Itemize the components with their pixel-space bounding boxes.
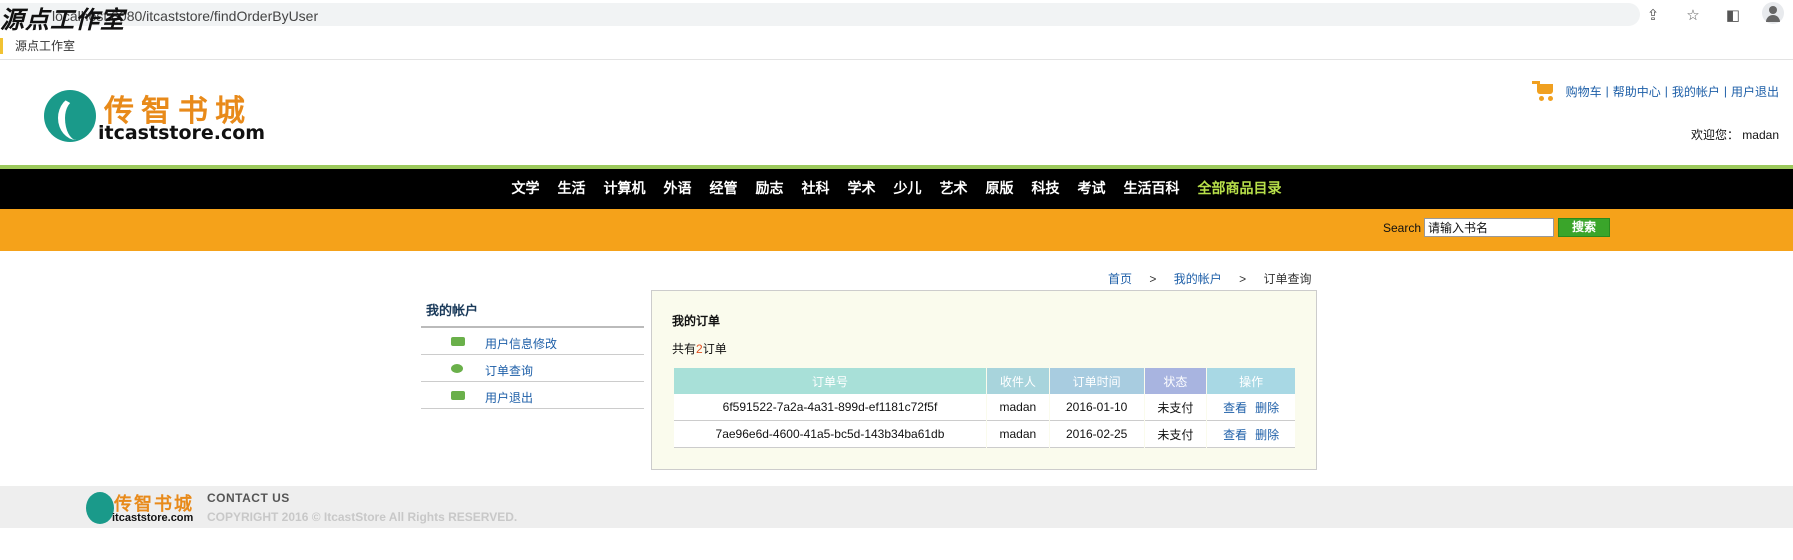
account-sidebar: 我的帐户 用户信息修改 订单查询 用户退出 <box>421 300 644 409</box>
separator: | <box>1723 84 1727 98</box>
col-receiver: 收件人 <box>986 368 1049 394</box>
nav-item[interactable]: 生活 <box>549 169 595 209</box>
watermark: 源点工作室 <box>0 5 125 34</box>
orders-table: 订单号 收件人 订单时间 状态 操作 6f591522-7a2a-4a31-89… <box>673 368 1296 448</box>
bookmark-star-icon[interactable]: ☆ <box>1673 6 1713 24</box>
table-header-row: 订单号 收件人 订单时间 状态 操作 <box>674 368 1295 394</box>
nav-item[interactable]: 励志 <box>747 169 793 209</box>
delete-order-link[interactable]: 删除 <box>1255 428 1279 442</box>
order-id: 6f591522-7a2a-4a31-899d-ef1181c72f5f <box>674 394 986 421</box>
col-order-time: 订单时间 <box>1049 368 1144 394</box>
sidebar-item-logout[interactable]: 用户退出 <box>421 382 644 409</box>
nav-item[interactable]: 生活百科 <box>1115 169 1189 209</box>
table-row: 6f591522-7a2a-4a31-899d-ef1181c72f5f mad… <box>674 394 1295 421</box>
account-link[interactable]: 我的帐户 <box>1672 83 1720 100</box>
edit-icon <box>451 337 465 346</box>
search-area: Search 搜索 <box>1383 218 1611 237</box>
contact-us[interactable]: CONTACT US <box>207 491 290 505</box>
delete-order-link[interactable]: 删除 <box>1255 401 1279 415</box>
side-panel-icon[interactable]: ◧ <box>1713 6 1753 24</box>
breadcrumb-account[interactable]: 我的帐户 <box>1174 272 1222 286</box>
help-link[interactable]: 帮助中心 <box>1613 83 1661 100</box>
share-icon[interactable]: ⇪ <box>1633 6 1673 24</box>
separator: | <box>1605 84 1609 98</box>
order-time: 2016-01-10 <box>1049 394 1144 421</box>
profile-icon <box>1762 1 1784 24</box>
footer-logo-en: itcaststore.com <box>112 512 194 524</box>
search-bar: Search 搜索 <box>0 209 1793 251</box>
cart-icon[interactable] <box>1531 80 1558 102</box>
breadcrumb: 首页 > 我的帐户 > 订单查询 <box>1108 270 1311 287</box>
count-prefix: 共有 <box>672 342 697 356</box>
breadcrumb-home[interactable]: 首页 <box>1108 272 1132 286</box>
order-id: 7ae96e6d-4600-41a5-bc5d-143b34ba61db <box>674 421 986 448</box>
orders-panel: 我的订单 共有2订单 订单号 收件人 订单时间 状态 操作 6f591522-7… <box>651 290 1317 470</box>
sidebar-item-label[interactable]: 用户退出 <box>485 389 533 406</box>
bookmarks-bar: 源点工作室 <box>0 32 1793 60</box>
order-actions: 查看 删除 <box>1207 394 1295 421</box>
browser-toolbar-icons: ⇪ ☆ ◧ <box>1633 1 1793 28</box>
nav-item[interactable]: 学术 <box>839 169 885 209</box>
category-nav: 文学 生活 计算机 外语 经管 励志 社科 学术 少儿 艺术 原版 科技 考试 生活百科 全部商品目录 <box>0 169 1793 209</box>
sidebar-item-orders[interactable]: 订单查询 <box>421 355 644 382</box>
col-status: 状态 <box>1144 368 1207 394</box>
chat-icon <box>451 364 463 373</box>
site-footer: 传智书城 itcaststore.com CONTACT US COPYRIGH… <box>0 486 1793 528</box>
separator: | <box>1664 84 1668 98</box>
top-links: 购物车 | 帮助中心 | 我的帐户 | 用户退出 <box>1531 80 1779 102</box>
nav-item[interactable]: 计算机 <box>595 169 655 209</box>
browser-address-bar: localhost:8080/itcaststore/findOrderByUs… <box>0 0 1793 34</box>
nav-item[interactable]: 文学 <box>503 169 549 209</box>
footer-logo-emblem-icon <box>86 492 114 524</box>
footer-logo[interactable]: 传智书城 itcaststore.com <box>84 488 194 528</box>
nav-items: 文学 生活 计算机 外语 经管 励志 社科 学术 少儿 艺术 原版 科技 考试 生活百科 全部商品目录 <box>503 169 1291 209</box>
welcome-text: 欢迎您： madan <box>1690 128 1779 142</box>
col-actions: 操作 <box>1207 368 1295 394</box>
nav-item[interactable]: 艺术 <box>931 169 977 209</box>
profile-avatar[interactable] <box>1753 1 1793 28</box>
col-order-id: 订单号 <box>674 368 986 394</box>
breadcrumb-current: 订单查询 <box>1263 272 1312 286</box>
nav-item[interactable]: 原版 <box>977 169 1023 209</box>
sidebar-item-edit-info[interactable]: 用户信息修改 <box>421 328 644 355</box>
sidebar-item-label[interactable]: 用户信息修改 <box>485 335 557 352</box>
logo-emblem-icon <box>44 90 96 142</box>
nav-item[interactable]: 少儿 <box>885 169 931 209</box>
order-receiver: madan <box>986 421 1049 448</box>
nav-all-categories[interactable]: 全部商品目录 <box>1189 169 1291 209</box>
breadcrumb-separator: > <box>1239 272 1247 286</box>
orders-count: 共有2订单 <box>672 340 727 357</box>
site-logo[interactable]: 传智书城 itcaststore.com <box>44 76 265 146</box>
sidebar-title: 我的帐户 <box>421 300 644 328</box>
order-actions: 查看 删除 <box>1207 421 1295 448</box>
site-header: 传智书城 itcaststore.com 购物车 | 帮助中心 | 我的帐户 |… <box>0 64 1793 168</box>
search-label: Search <box>1383 220 1422 235</box>
view-order-link[interactable]: 查看 <box>1223 401 1247 415</box>
order-status: 未支付 <box>1144 421 1207 448</box>
logout-link[interactable]: 用户退出 <box>1731 83 1779 100</box>
nav-item[interactable]: 社科 <box>793 169 839 209</box>
order-receiver: madan <box>986 394 1049 421</box>
nav-item[interactable]: 考试 <box>1069 169 1115 209</box>
table-row: 7ae96e6d-4600-41a5-bc5d-143b34ba61db mad… <box>674 421 1295 448</box>
count-number: 2 <box>696 342 703 356</box>
nav-item[interactable]: 经管 <box>701 169 747 209</box>
sidebar-item-label[interactable]: 订单查询 <box>485 362 533 379</box>
view-order-link[interactable]: 查看 <box>1223 428 1247 442</box>
order-time: 2016-02-25 <box>1049 421 1144 448</box>
breadcrumb-separator: > <box>1149 272 1157 286</box>
orders-title: 我的订单 <box>672 314 721 328</box>
exit-icon <box>451 391 465 400</box>
nav-item[interactable]: 科技 <box>1023 169 1069 209</box>
search-button[interactable]: 搜索 <box>1558 218 1611 237</box>
order-status: 未支付 <box>1144 394 1207 421</box>
copyright: COPYRIGHT 2016 © ItcastStore All Rights … <box>207 510 518 524</box>
url-box[interactable]: localhost:8080/itcaststore/findOrderByUs… <box>0 3 1640 26</box>
count-suffix: 订单 <box>702 342 727 356</box>
bookmark-item[interactable]: 源点工作室 <box>0 38 75 54</box>
cart-link[interactable]: 购物车 <box>1566 83 1602 100</box>
nav-item[interactable]: 外语 <box>655 169 701 209</box>
logo-en-text: itcaststore.com <box>98 122 266 144</box>
search-input[interactable] <box>1424 218 1555 237</box>
